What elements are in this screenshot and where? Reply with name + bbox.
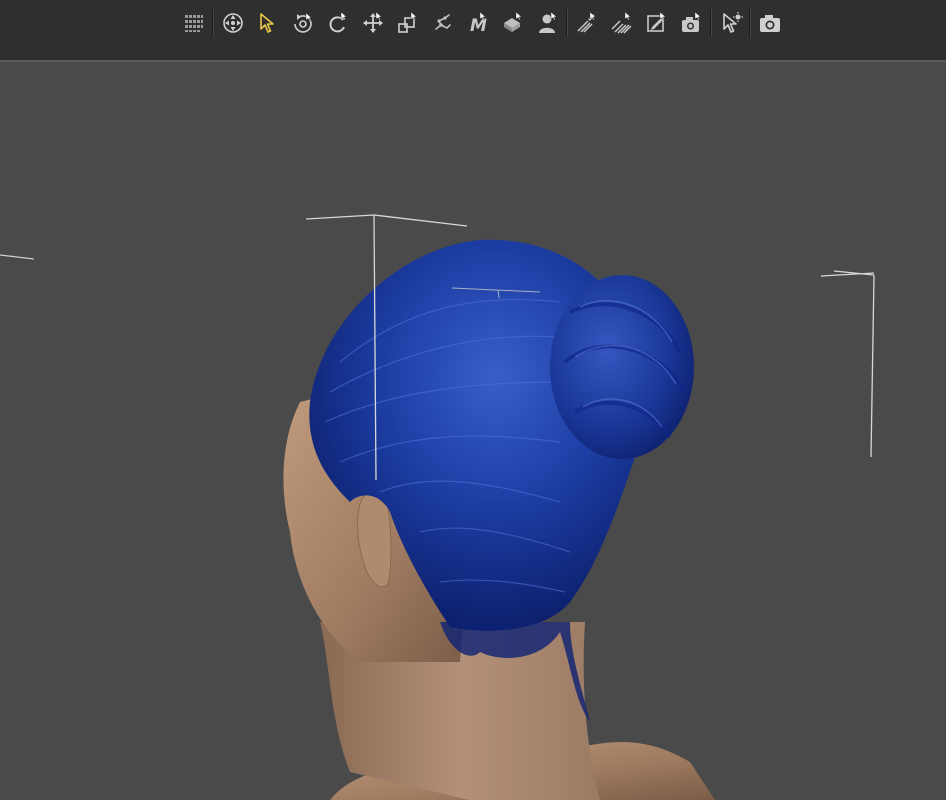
universal-tool-icon[interactable] [215, 6, 250, 40]
geometry-editor-icon[interactable]: M [460, 6, 495, 40]
toolbar-separator [212, 9, 214, 37]
toolbar-separator [749, 9, 751, 37]
arrow-cursor-icon[interactable] [250, 6, 285, 40]
tool-strip: M [176, 6, 787, 40]
spot-render-icon[interactable] [713, 6, 748, 40]
grid-dots-icon[interactable] [176, 6, 211, 40]
toolbar-separator [566, 9, 568, 37]
surface-selection-icon[interactable] [495, 6, 530, 40]
toolbar-separator [710, 9, 712, 37]
rotate-icon[interactable] [320, 6, 355, 40]
camera-icon[interactable] [752, 6, 787, 40]
camera-frame-left [0, 254, 35, 260]
app-window: M [0, 0, 946, 800]
camera-frame-right [820, 270, 875, 458]
joint-editor-icon[interactable] [425, 6, 460, 40]
brush-hair-icon[interactable] [604, 6, 639, 40]
edit-region-icon[interactable] [639, 6, 674, 40]
viewport-scene [0, 214, 875, 800]
figure-pose-icon[interactable] [530, 6, 565, 40]
scale-icon[interactable] [390, 6, 425, 40]
orbit-icon[interactable] [285, 6, 320, 40]
camera-view-icon[interactable] [674, 6, 709, 40]
tools-toolbar: M [0, 0, 946, 62]
svg-text:M: M [470, 16, 487, 35]
3d-viewport[interactable] [0, 62, 946, 800]
edit-hair-icon[interactable] [569, 6, 604, 40]
translate-icon[interactable] [355, 6, 390, 40]
